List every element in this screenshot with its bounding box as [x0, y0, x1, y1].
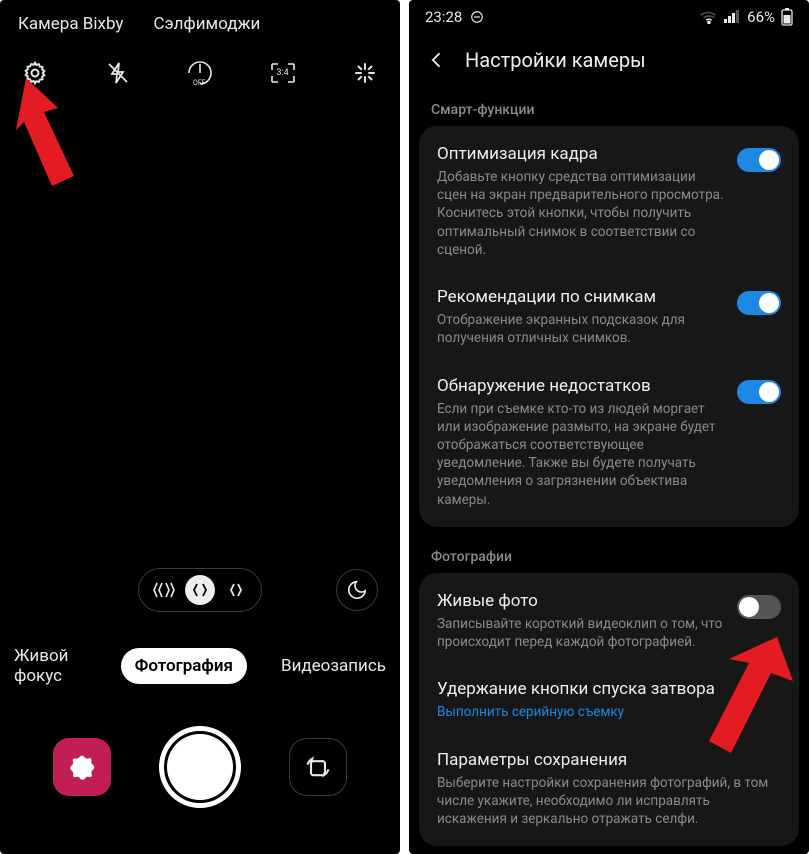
- shutter-inner: [167, 734, 233, 800]
- battery-percent: 66%: [747, 8, 775, 26]
- mode-live-focus[interactable]: Живой фокус: [0, 638, 101, 694]
- effects-icon[interactable]: [350, 58, 380, 88]
- dnd-icon: [470, 10, 484, 24]
- shutter-button[interactable]: [159, 726, 241, 808]
- lens-tele-icon[interactable]: [221, 575, 251, 605]
- camera-toolbar: OFF 3:4: [0, 44, 400, 98]
- row-title: Рекомендации по снимкам: [437, 287, 725, 307]
- camera-top-tabs: Камера Bixby Сэлфимоджи: [0, 0, 400, 44]
- status-time: 23:28: [425, 8, 462, 26]
- lens-pill[interactable]: [138, 568, 262, 612]
- back-icon[interactable]: [427, 50, 447, 70]
- section-smart-card: Оптимизация кадра Добавьте кнопку средст…: [419, 126, 799, 527]
- signal-icon: [723, 10, 741, 24]
- toggle-flaw-detection[interactable]: [737, 380, 781, 404]
- row-desc: Если при съемке кто-то из людей моргает …: [437, 400, 725, 509]
- camera-settings-screen: 23:28 66% Настройки камеры Смарт-: [409, 0, 809, 854]
- mode-photo[interactable]: Фотография: [121, 648, 247, 684]
- settings-gear-icon[interactable]: [20, 58, 50, 88]
- shutter-row: [0, 726, 400, 808]
- row-desc: Выберите настройки сохранения фотографий…: [437, 774, 781, 829]
- settings-header: Настройки камеры: [409, 30, 809, 94]
- lens-ultrawide-icon[interactable]: [149, 575, 179, 605]
- mode-video[interactable]: Видеозапись: [267, 648, 400, 684]
- row-motion-photos[interactable]: Живые фото Записывайте короткий видеокли…: [419, 577, 799, 665]
- toggle-scene-optimizer[interactable]: [737, 148, 781, 172]
- row-title: Удержание кнопки спуска затвора: [437, 679, 781, 699]
- row-desc: Записывайте короткий видеоклип о том, чт…: [437, 615, 725, 651]
- gallery-button[interactable]: [53, 738, 111, 796]
- wifi-icon: [699, 10, 717, 24]
- row-desc: Отображение экранных подсказок для получ…: [437, 311, 725, 347]
- aspect-ratio-label: 3:4: [276, 68, 288, 78]
- svg-text:OFF: OFF: [193, 79, 206, 86]
- section-photos-card: Живые фото Записывайте короткий видеокли…: [419, 573, 799, 846]
- row-title: Обнаружение недостатков: [437, 376, 725, 396]
- row-title: Живые фото: [437, 591, 725, 611]
- timer-off-icon[interactable]: OFF: [185, 58, 215, 88]
- toggle-shot-suggestions[interactable]: [737, 291, 781, 315]
- camera-screen: Камера Bixby Сэлфимоджи OFF: [0, 0, 400, 854]
- row-flaw-detection[interactable]: Обнаружение недостатков Если при съемке …: [419, 362, 799, 523]
- aspect-ratio-icon[interactable]: 3:4: [268, 58, 298, 88]
- night-mode-icon[interactable]: [336, 569, 378, 611]
- camera-modes: Живой фокус Фотография Видеозапись: [0, 638, 400, 694]
- settings-title: Настройки камеры: [465, 48, 646, 72]
- status-bar: 23:28 66%: [409, 0, 809, 30]
- row-desc: Добавьте кнопку средства оптимизации сце…: [437, 168, 725, 259]
- row-title: Оптимизация кадра: [437, 144, 725, 164]
- row-shot-suggestions[interactable]: Рекомендации по снимкам Отображение экра…: [419, 273, 799, 361]
- row-title: Параметры сохранения: [437, 750, 781, 770]
- tab-bixby[interactable]: Камера Bixby: [18, 14, 123, 34]
- battery-icon: [781, 8, 793, 26]
- row-scene-optimizer[interactable]: Оптимизация кадра Добавьте кнопку средст…: [419, 130, 799, 273]
- toggle-motion-photos[interactable]: [737, 595, 781, 619]
- row-hold-shutter[interactable]: Удержание кнопки спуска затвора Выполнит…: [419, 665, 799, 735]
- lens-wide-icon[interactable]: [185, 575, 215, 605]
- row-desc: Выполнить серийную съемку: [437, 703, 781, 721]
- section-smart-label: Смарт-функции: [409, 94, 809, 126]
- section-photos-label: Фотографии: [409, 541, 809, 573]
- flash-off-icon[interactable]: [103, 58, 133, 88]
- tab-selfimoji[interactable]: Сэлфимоджи: [153, 14, 260, 34]
- camera-flip-button[interactable]: [289, 738, 347, 796]
- row-save-options[interactable]: Параметры сохранения Выберите настройки …: [419, 736, 799, 843]
- lens-selector: [0, 568, 400, 612]
